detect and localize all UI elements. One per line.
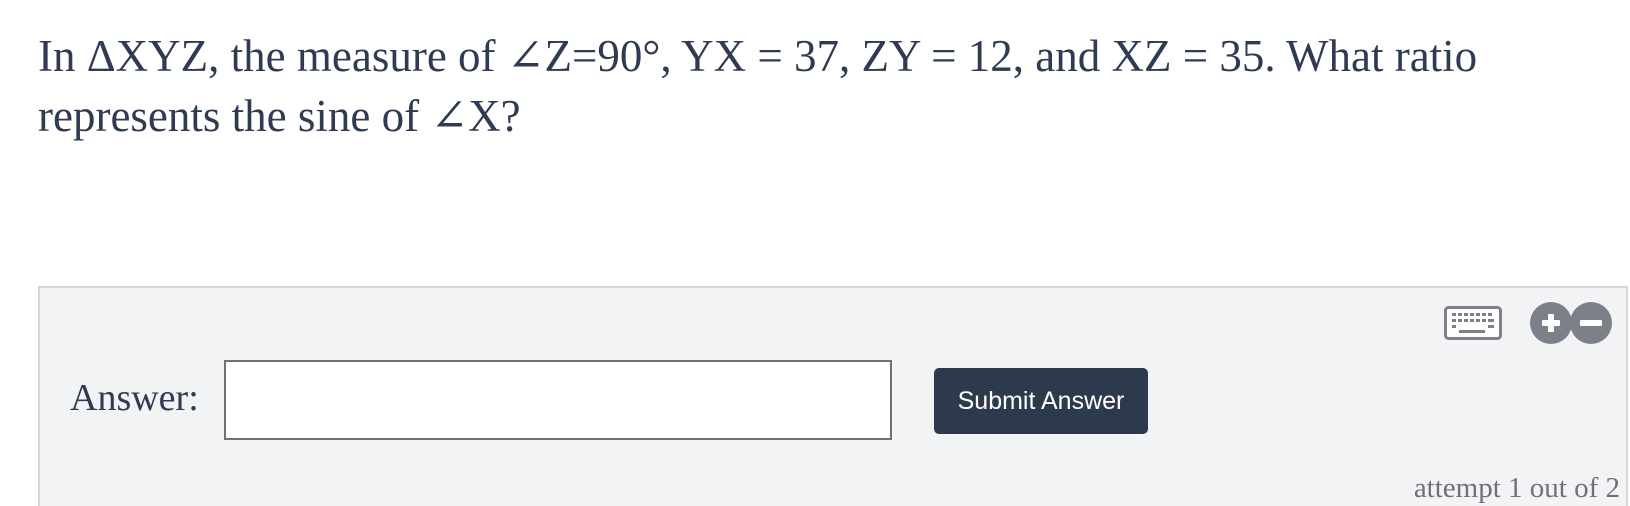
answer-input[interactable] (224, 360, 892, 440)
zoom-controls (1530, 302, 1612, 344)
submit-answer-button[interactable]: Submit Answer (934, 368, 1148, 434)
zoom-in-button[interactable] (1530, 302, 1572, 344)
keyboard-icon[interactable] (1444, 306, 1502, 340)
question-line-2: represents the sine of ∠X? (38, 91, 521, 141)
zoom-out-button[interactable] (1570, 302, 1612, 344)
attempt-counter: attempt 1 out of 2 (1413, 472, 1620, 504)
minus-icon (1580, 320, 1602, 326)
plus-icon (1542, 314, 1560, 332)
question-line-1: In ΔXYZ, the measure of ∠Z=90°, YX = 37,… (38, 31, 1478, 81)
answer-panel: Answer: Submit Answer attempt 1 out of 2 (38, 286, 1628, 506)
answer-label: Answer: (70, 377, 199, 419)
question-text: In ΔXYZ, the measure of ∠Z=90°, YX = 37,… (38, 26, 1578, 146)
